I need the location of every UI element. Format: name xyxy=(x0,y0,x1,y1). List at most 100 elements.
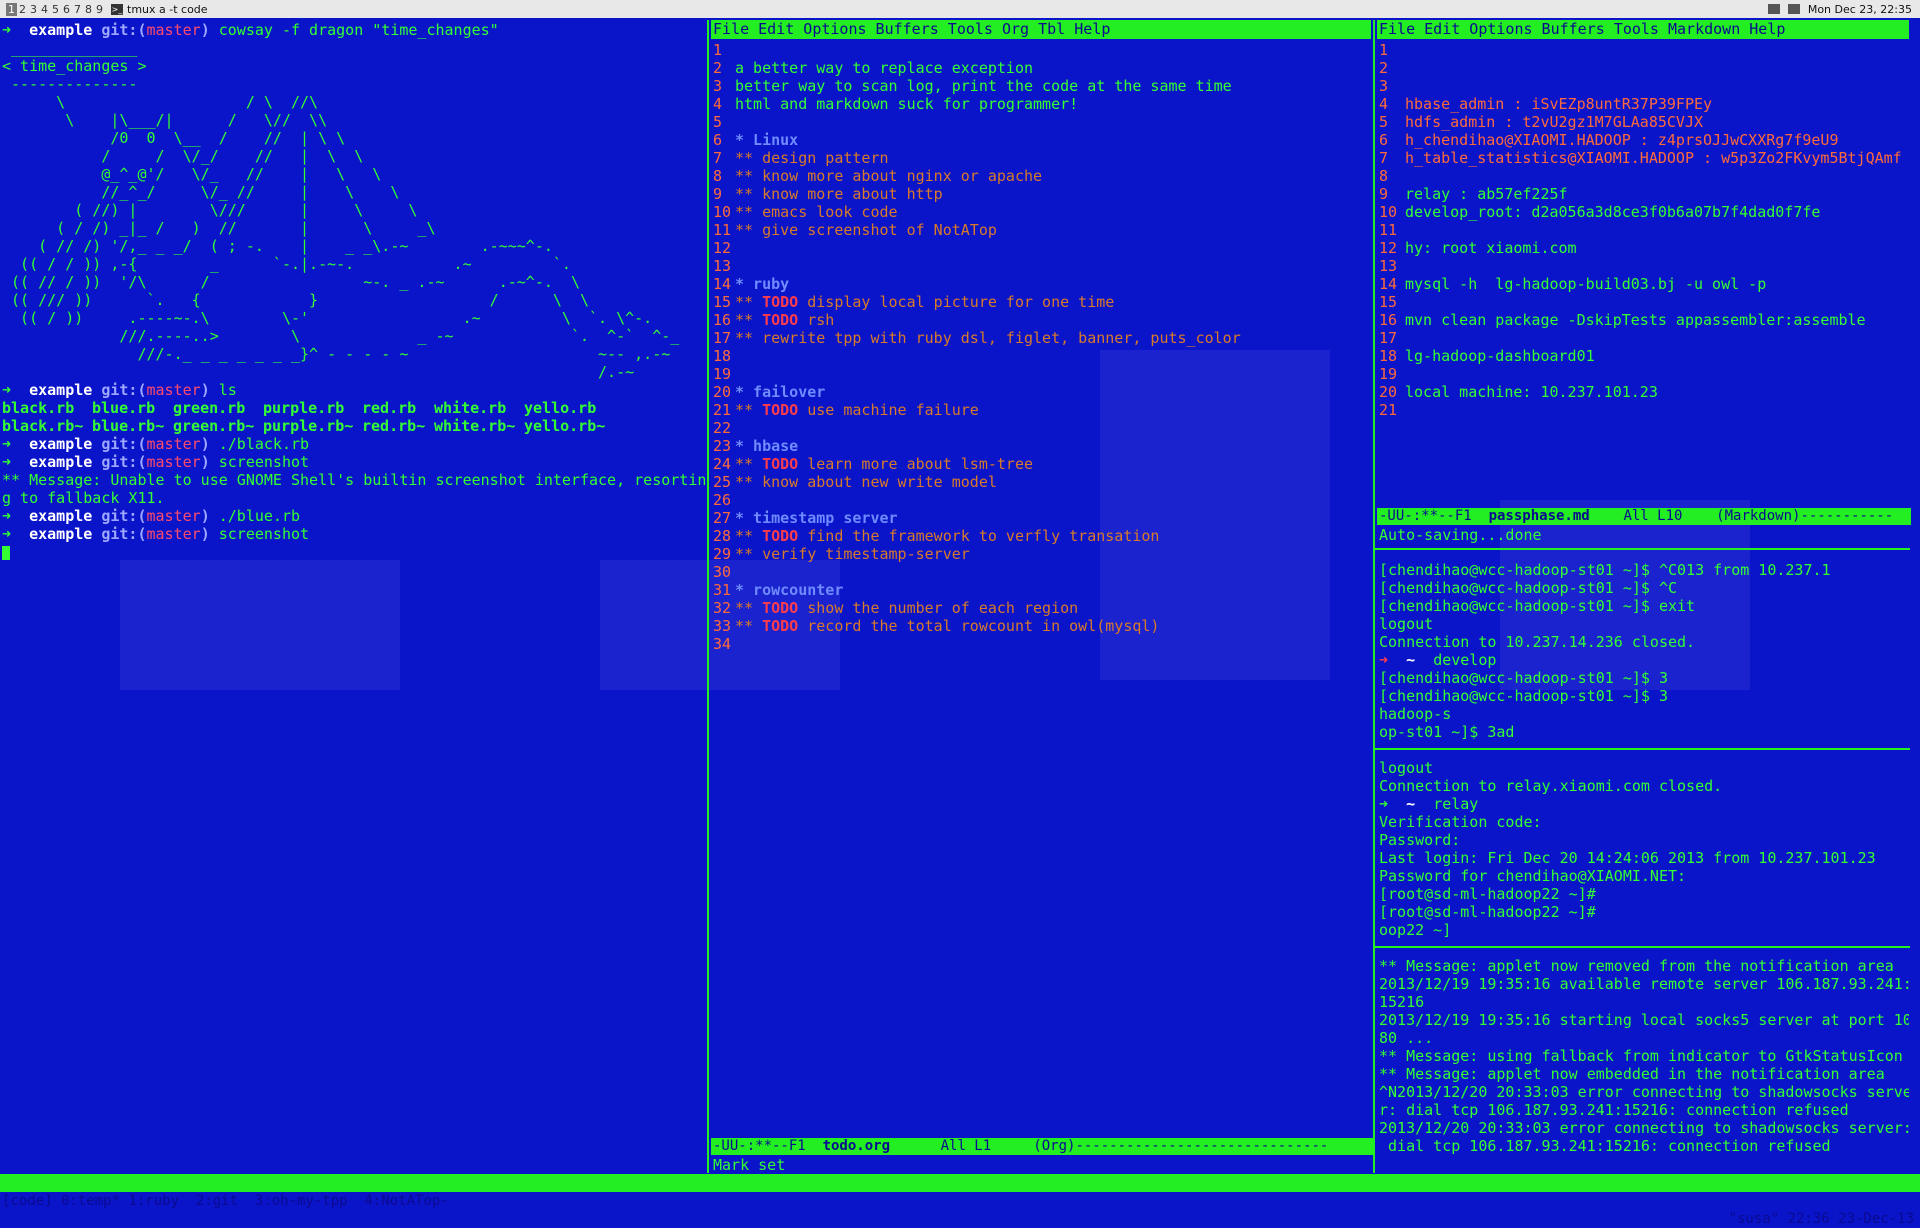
cowsay-line: \ / \ //\ xyxy=(2,93,319,111)
network-icon[interactable] xyxy=(1787,4,1800,14)
cowsay-line: ( //) | \/// | \ \ xyxy=(2,201,418,219)
org-item-text: use machine failure xyxy=(798,401,979,419)
pane-divider-h[interactable] xyxy=(1375,748,1910,750)
org-line: 12 xyxy=(713,239,1369,257)
markdown-line: 3 xyxy=(1379,77,1909,95)
terminal-line: [chendihao@wcc-hadoop-st01 ~]$ exit xyxy=(1379,597,1696,615)
cowsay-line: @_^_@'/ \/_ // | \ \ xyxy=(2,165,382,183)
prompt-line: ➜ example git:(master) ./black.rb xyxy=(2,435,310,453)
org-line: 16 ** TODO rsh xyxy=(713,311,1369,329)
workspace-3[interactable]: 3 xyxy=(28,3,39,16)
org-buffer[interactable]: 12 a better way to replace exception 3 bett… xyxy=(713,41,1369,1136)
terminal-line: [chendihao@wcc-hadoop-st01 ~]$ 3 xyxy=(1379,687,1668,705)
credential-key: h_table_statistics@XIAOMI.HADOOP : xyxy=(1405,149,1713,167)
line-number: 22 xyxy=(713,419,732,437)
emacs-modeline: -UU-:**--F1 passphase.md All L10 (Markdo… xyxy=(1377,508,1911,525)
line-number: 7 xyxy=(1379,149,1389,167)
workspace-1[interactable]: 1 xyxy=(6,2,17,16)
terminal-line: logout xyxy=(1379,759,1434,777)
line-number: 28 xyxy=(713,527,732,545)
org-heading: * failover xyxy=(735,383,826,401)
workspace-7[interactable]: 7 xyxy=(72,3,83,16)
markdown-line: 13 xyxy=(1379,257,1909,275)
workspace-4[interactable]: 4 xyxy=(39,3,50,16)
markdown-line: 11 xyxy=(1379,221,1909,239)
line-number: 34 xyxy=(713,635,732,653)
pane-divider-h[interactable] xyxy=(1375,946,1910,948)
markdown-line: 6 h_chendihao@XIAOMI.HADOOP : z4prsOJJwCX… xyxy=(1379,131,1909,149)
org-line: 1 xyxy=(713,41,1369,59)
org-line: 11 ** give screenshot of NotATop xyxy=(713,221,1369,239)
cowsay-line: /.-~ xyxy=(2,363,635,381)
battery-icon[interactable] xyxy=(1767,4,1780,14)
cursor-line[interactable] xyxy=(2,543,706,561)
pane-divider[interactable] xyxy=(707,20,709,1173)
markdown-text: mvn clean package -DskipTests appassembl… xyxy=(1405,311,1866,329)
log-terminal-pane[interactable]: ** Message: applet now removed from the … xyxy=(1379,957,1909,1172)
org-stars: ** xyxy=(735,599,763,617)
ssh-terminal-pane[interactable]: [chendihao@wcc-hadoop-st01 ~]$ ^C013 fro… xyxy=(1379,561,1909,741)
line-number: 10 xyxy=(1379,203,1398,221)
org-line: 14 * ruby xyxy=(713,275,1369,293)
text-cursor xyxy=(2,545,10,560)
left-terminal-pane[interactable]: ➜ example git:(master) cowsay -f dragon … xyxy=(2,21,706,1171)
pane-divider-h[interactable] xyxy=(1375,548,1910,550)
relay-terminal-pane[interactable]: logout Connection to relay.xiaomi.com clo… xyxy=(1379,759,1909,944)
markdown-text: hy: root xiaomi.com xyxy=(1405,239,1577,257)
org-line: 3 better way to scan log, print the code … xyxy=(713,77,1369,95)
prompt-line: ➜ example git:(master) cowsay -f dragon … xyxy=(2,21,499,39)
org-line: 17 ** rewrite tpp with ruby dsl, figlet, … xyxy=(713,329,1369,347)
log-line: 80 ... xyxy=(1379,1029,1434,1047)
emacs-menubar[interactable]: File Edit Options Buffers Tools Org Tbl … xyxy=(711,20,1371,39)
cowsay-line: ///-._ _ _ _ _ _ _}^ - - - - ~ ~-- ,.-~ xyxy=(2,345,671,363)
line-number: 3 xyxy=(713,77,723,95)
line-number: 5 xyxy=(713,113,723,131)
line-number: 15 xyxy=(713,293,732,311)
ls-output-row: black.rb~ blue.rb~ green.rb~ purple.rb~ red.… xyxy=(2,417,706,435)
credential-value: w5p3Zo2FKvym5BtjQAmf xyxy=(1712,149,1902,167)
line-number: 10 xyxy=(713,203,732,221)
tray-area: Mon Dec 23, 22:35 xyxy=(1767,3,1912,16)
log-line: ** Message: applet now removed from the … xyxy=(1379,957,1894,975)
line-number: 23 xyxy=(713,437,732,455)
workspace-2[interactable]: 2 xyxy=(17,3,28,16)
workspace-5[interactable]: 5 xyxy=(50,3,61,16)
cowsay-line: ( // /) '/,_ _ _/ ( ; -. | _ _\.-~ .-~~~… xyxy=(2,237,553,255)
line-number: 32 xyxy=(713,599,732,617)
org-line: 30 xyxy=(713,563,1369,581)
line-number: 12 xyxy=(713,239,732,257)
workspace-8[interactable]: 8 xyxy=(83,3,94,16)
terminal-line: op-st01 ~]$ 3ad xyxy=(1379,723,1515,741)
pane-divider[interactable] xyxy=(1373,20,1375,1173)
prompt-line: ➜ ~ relay xyxy=(1379,795,1479,813)
window-tab[interactable]: >_ tmux a -t code xyxy=(111,3,208,16)
workspace-9[interactable]: 9 xyxy=(94,3,105,16)
workspace-switcher[interactable]: 1 2 3 4 5 6 7 8 9 xyxy=(6,2,105,16)
line-number: 6 xyxy=(713,131,723,149)
org-item-text: ** design pattern xyxy=(735,149,889,167)
markdown-line: 14 mysql -h lg-hadoop-build03.bj -u owl -… xyxy=(1379,275,1909,293)
workspace-6[interactable]: 6 xyxy=(61,3,72,16)
line-number: 14 xyxy=(1379,275,1398,293)
log-line: ** Message: using fallback from indicato… xyxy=(1379,1047,1903,1065)
line-number: 4 xyxy=(1379,95,1389,113)
org-line: 20 * failover xyxy=(713,383,1369,401)
org-line: 28 ** TODO find the framework to verfly t… xyxy=(713,527,1369,545)
tmux-window-list[interactable]: [code] 0:temp* 1:ruby 2:git 3:oh-my-tpp … xyxy=(2,1192,449,1210)
cowsay-line: /0 0 \__ / // | \ \ xyxy=(2,129,346,147)
emacs-menubar-markdown[interactable]: File Edit Options Buffers Tools Markdown… xyxy=(1377,20,1909,39)
org-line: 27 * timestamp server xyxy=(713,509,1369,527)
modeline-filename: todo.org xyxy=(822,1138,891,1154)
markdown-line: 2 xyxy=(1379,59,1909,77)
prompt-line: ➜ example git:(master) ./blue.rb xyxy=(2,507,301,525)
line-number: 8 xyxy=(1379,167,1389,185)
ls-output-row: black.rb blue.rb green.rb purple.rb red.rb wh… xyxy=(2,399,706,417)
log-line: ** Message: applet now embedded in the n… xyxy=(1379,1065,1885,1083)
markdown-buffer[interactable]: 1 2 3 4 hbase_admin : iSvEZp8untR37P39FPEy 5 h… xyxy=(1379,41,1909,501)
markdown-line: 8 xyxy=(1379,167,1909,185)
clock[interactable]: Mon Dec 23, 22:35 xyxy=(1808,3,1912,16)
terminal-line: [root@sd-ml-hadoop22 ~]# xyxy=(1379,903,1596,921)
line-number: 30 xyxy=(713,563,732,581)
credential-key: h_chendihao@XIAOMI.HADOOP : xyxy=(1405,131,1649,149)
todo-keyword: TODO xyxy=(762,311,799,329)
